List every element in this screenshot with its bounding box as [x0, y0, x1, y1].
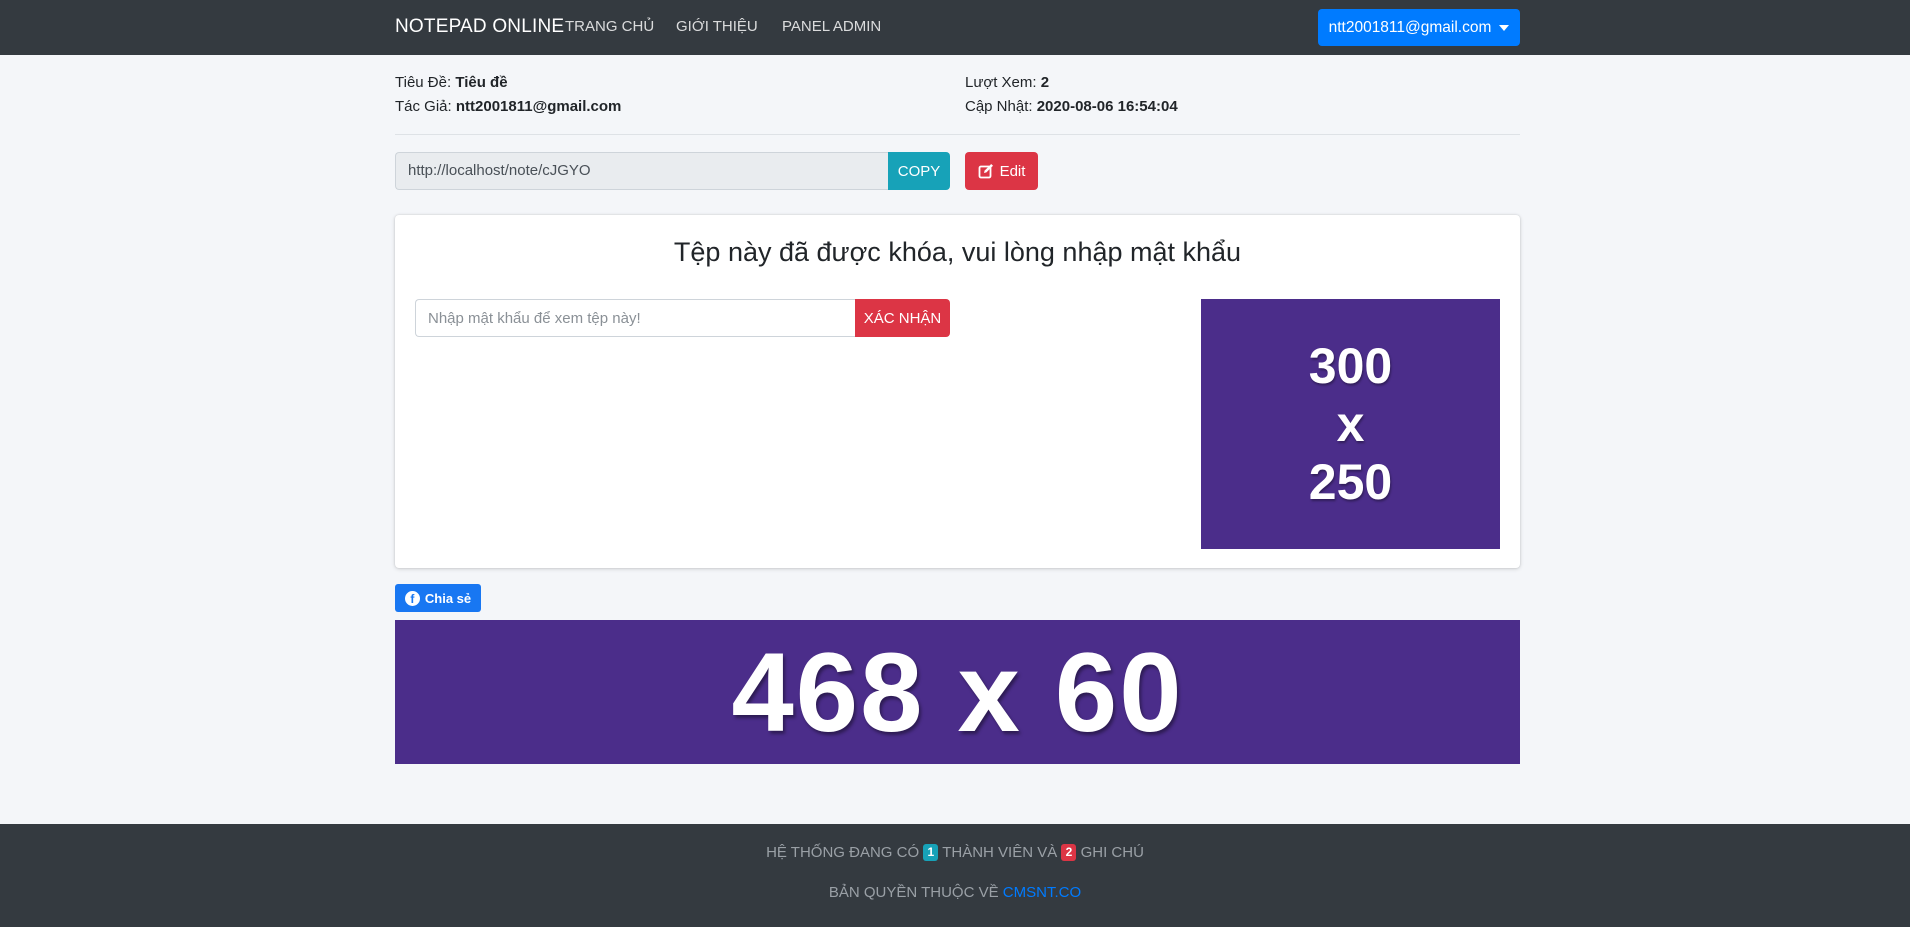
footer: HỆ THỐNG ĐANG CÓ 1 THÀNH VIÊN VÀ 2 GHI C… [0, 824, 1910, 927]
meta-updated-label: Cập Nhật: [965, 98, 1033, 115]
ad-line-2: x [1336, 396, 1365, 452]
user-email: ntt2001811@gmail.com [1328, 18, 1492, 36]
caret-down-icon [1499, 25, 1510, 31]
divider [395, 134, 1520, 135]
edit-icon [978, 164, 993, 179]
meta-author: Tác Giả: ntt2001811@gmail.com [395, 98, 621, 115]
password-input[interactable] [415, 299, 856, 337]
members-count-badge: 1 [923, 844, 939, 861]
footer-copyright: BẢN QUYỀN THUỘC VỀ CMSNT.CO [0, 884, 1910, 901]
meta-views: Lượt Xem: 2 [965, 74, 1049, 91]
ad-banner-468x60[interactable]: 468 x 60 [395, 620, 1520, 764]
share-label: Chia sẻ [424, 590, 472, 606]
meta-title-value: Tiêu đề [455, 74, 508, 91]
copyright-text: BẢN QUYỀN THUỘC VỀ [828, 884, 999, 901]
meta-updated: Cập Nhật: 2020-08-06 16:54:04 [965, 98, 1178, 115]
edit-button-label: Edit [999, 162, 1026, 180]
notes-count-badge: 2 [1061, 844, 1077, 861]
meta-title: Tiêu Đề: Tiêu đề [395, 74, 508, 91]
footer-stats: HỆ THỐNG ĐANG CÓ 1 THÀNH VIÊN VÀ 2 GHI C… [0, 844, 1910, 861]
copy-button[interactable]: COPY [888, 152, 950, 190]
footer-stats-text-1: HỆ THỐNG ĐANG CÓ [766, 844, 920, 861]
locked-note-card: Tệp này đã được khóa, vui lòng nhập mật … [395, 215, 1520, 568]
navbar: NOTEPAD ONLINE TRANG CHỦ GIỚI THIỆU PANE… [0, 0, 1910, 55]
edit-button[interactable]: Edit [965, 152, 1038, 190]
meta-author-value: ntt2001811@gmail.com [455, 98, 622, 115]
nav-link-admin-panel[interactable]: PANEL ADMIN [782, 18, 881, 35]
facebook-share-button[interactable]: f Chia sẻ [395, 584, 481, 612]
nav-link-home[interactable]: TRANG CHỦ [565, 18, 654, 35]
ad-line-3: 250 [1308, 454, 1393, 510]
confirm-button[interactable]: XÁC NHẬN [855, 299, 950, 337]
footer-stats-text-2: THÀNH VIÊN VÀ [942, 844, 1058, 861]
copyright-link[interactable]: CMSNT.CO [1003, 884, 1081, 901]
brand-logo[interactable]: NOTEPAD ONLINE [395, 16, 564, 38]
ad-line-1: 300 [1308, 338, 1393, 394]
meta-updated-value: 2020-08-06 16:54:04 [1036, 98, 1178, 115]
meta-views-label: Lượt Xem: [965, 74, 1037, 91]
locked-message-title: Tệp này đã được khóa, vui lòng nhập mật … [673, 237, 1242, 267]
meta-views-value: 2 [1040, 74, 1050, 91]
user-dropdown-button[interactable]: ntt2001811@gmail.com [1318, 9, 1520, 46]
footer-stats-text-3: GHI CHÚ [1080, 844, 1144, 861]
ad-placeholder-300x250[interactable]: 300 x 250 [1201, 299, 1500, 549]
nav-link-about[interactable]: GIỚI THIỆU [676, 18, 758, 35]
note-url-field[interactable]: http://localhost/note/cJGYO [395, 152, 889, 190]
meta-author-label: Tác Giả: [395, 98, 452, 115]
meta-title-label: Tiêu Đề: [395, 74, 452, 91]
facebook-icon: f [404, 590, 420, 606]
